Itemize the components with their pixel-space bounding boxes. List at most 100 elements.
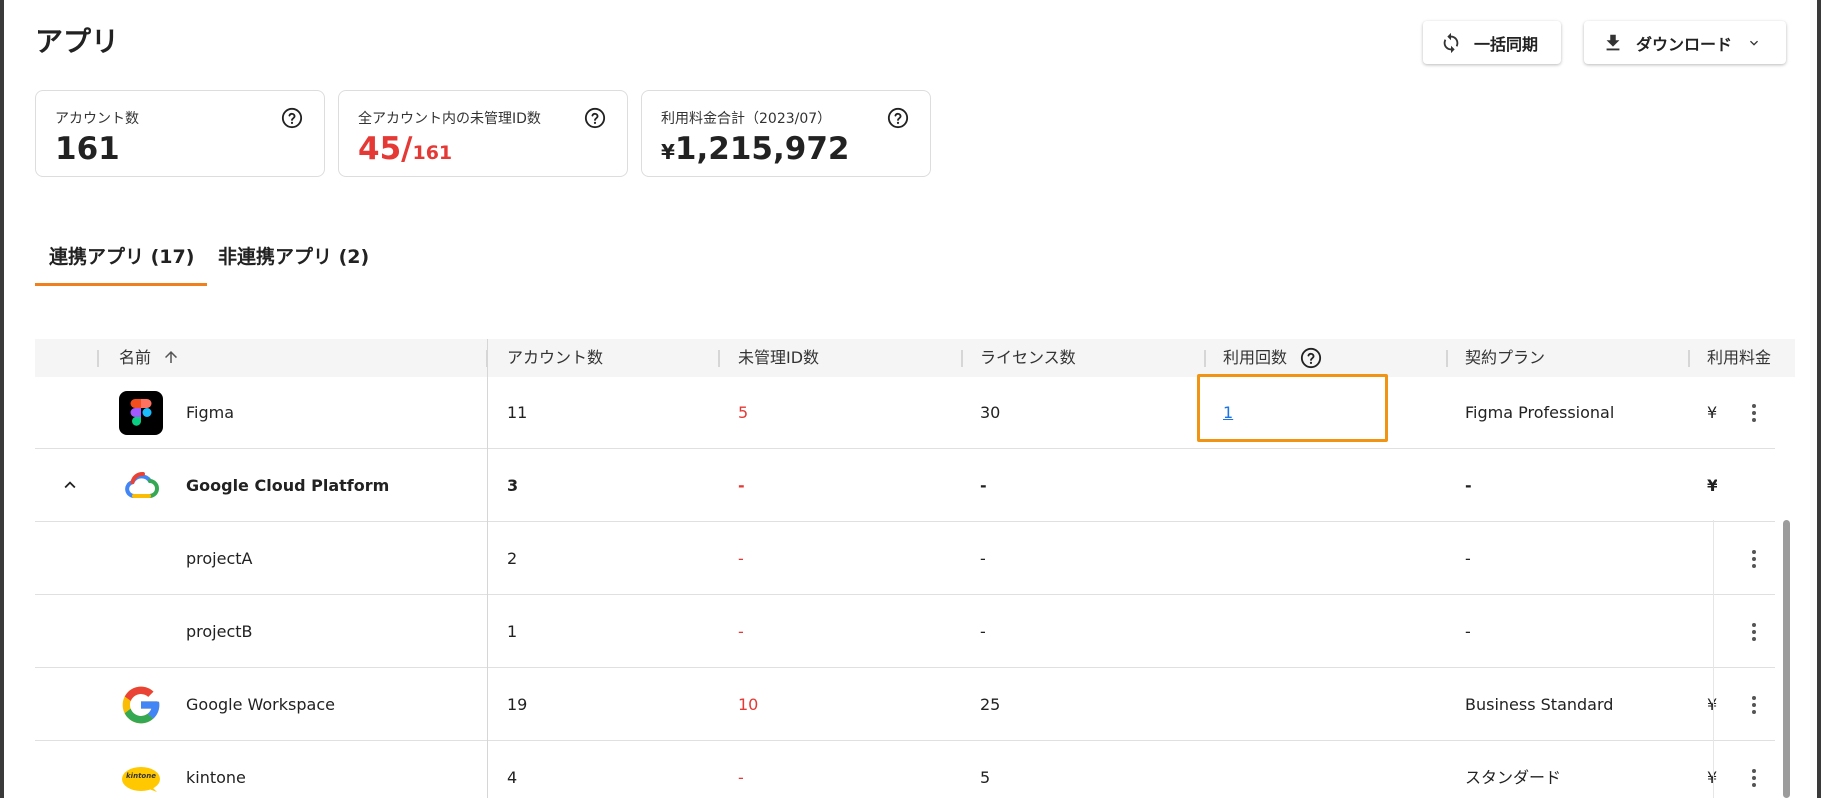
tab-unlinked-apps[interactable]: 非連携アプリ (2) — [218, 242, 369, 269]
column-header-plan[interactable]: 契約プラン — [1465, 339, 1545, 377]
app-name[interactable]: Figma — [186, 377, 234, 449]
column-label: 利用回数 — [1223, 348, 1288, 367]
account-count: 11 — [507, 403, 528, 422]
help-icon[interactable] — [1300, 347, 1322, 369]
license-count: - — [980, 549, 986, 568]
active-tab-indicator — [35, 283, 207, 286]
table-header: 名前 アカウント数 未管理ID数 ライセンス数 利用回数 契約プラン 利用料金 — [35, 339, 1795, 377]
more-vert-icon[interactable] — [1742, 547, 1766, 571]
more-vert-icon[interactable] — [1742, 766, 1766, 790]
column-header-unmanaged[interactable]: 未管理ID数 — [738, 339, 819, 377]
plan: - — [1465, 549, 1471, 568]
app-page: アプリ 一括同期 ダウンロード アカウント数 161 全アカウント内の未管理ID… — [4, 0, 1817, 798]
fee: ¥ — [1707, 695, 1717, 714]
account-count: 2 — [507, 549, 518, 568]
more-vert-icon[interactable] — [1742, 620, 1766, 644]
account-count: 4 — [507, 768, 518, 787]
unmanaged-count: - — [738, 768, 744, 787]
app-name[interactable]: Google Cloud Platform — [186, 450, 389, 522]
google-cloud-logo — [119, 464, 163, 508]
unmanaged-count: - — [738, 476, 745, 495]
help-icon[interactable] — [887, 107, 909, 129]
account-count: 19 — [507, 695, 528, 714]
more-vert-icon[interactable] — [1742, 401, 1766, 425]
column-header-licenses[interactable]: ライセンス数 — [980, 339, 1076, 377]
account-count-card: アカウント数 161 — [35, 90, 325, 177]
page-title: アプリ — [35, 25, 120, 58]
bulk-sync-label: 一括同期 — [1474, 34, 1539, 54]
unmanaged-total: 161 — [412, 142, 453, 164]
license-count: 25 — [980, 695, 1001, 714]
kintone-logo-text: kintone — [126, 772, 156, 780]
more-vert-icon[interactable] — [1742, 693, 1766, 717]
column-header-accounts[interactable]: アカウント数 — [507, 339, 603, 377]
column-separator — [1688, 350, 1690, 367]
license-count: 30 — [980, 403, 1001, 422]
fee-total-value: 1,215,972 — [674, 131, 850, 167]
table-row[interactable]: kintone kintone 4 - 5 スタンダード ¥ — [35, 742, 1775, 798]
figma-logo — [119, 391, 163, 435]
license-count: 5 — [980, 768, 991, 787]
column-separator — [961, 350, 963, 367]
app-name[interactable]: kintone — [186, 742, 246, 798]
table-row[interactable]: Google Workspace 19 10 25 Business Stand… — [35, 669, 1775, 741]
usage-highlight-box — [1197, 374, 1388, 442]
account-count: 3 — [507, 476, 519, 495]
table-row[interactable]: Figma 11 5 30 1 Figma Professional ¥ — [35, 377, 1775, 449]
license-count: - — [980, 622, 986, 641]
name-column-divider — [487, 339, 488, 798]
currency-symbol: ¥ — [661, 140, 675, 164]
tab-linked-apps[interactable]: 連携アプリ (17) — [49, 242, 194, 269]
column-separator — [97, 350, 99, 367]
plan: - — [1465, 622, 1471, 641]
account-count: 1 — [507, 622, 518, 641]
unmanaged-id-card: 全アカウント内の未管理ID数 45/161 — [338, 90, 628, 177]
fee-total-card: 利用料金合計（2023/07） ¥1,215,972 — [641, 90, 931, 177]
help-icon[interactable] — [281, 107, 303, 129]
sync-icon — [1440, 32, 1462, 54]
download-icon — [1602, 32, 1624, 54]
column-header-fee[interactable]: 利用料金 — [1707, 339, 1771, 377]
sort-ascending-icon — [165, 351, 178, 363]
chevron-down-icon — [1746, 35, 1762, 51]
app-name[interactable]: Google Workspace — [186, 669, 335, 741]
plan: Figma Professional — [1465, 403, 1615, 422]
help-icon[interactable] — [584, 107, 606, 129]
card-value: ¥1,215,972 — [661, 131, 849, 167]
fee: ¥ — [1707, 476, 1717, 495]
download-label: ダウンロード — [1636, 34, 1733, 54]
table-row[interactable]: projectB 1 - - - — [35, 596, 1775, 668]
plan: Business Standard — [1465, 695, 1614, 714]
unmanaged-count: 10 — [738, 695, 759, 714]
plan: - — [1465, 476, 1472, 495]
bulk-sync-button[interactable]: 一括同期 — [1423, 21, 1561, 64]
kintone-logo: kintone — [119, 756, 163, 798]
project-name[interactable]: projectB — [186, 596, 253, 668]
card-value: 45/161 — [358, 131, 452, 167]
column-separator — [718, 350, 720, 367]
download-button[interactable]: ダウンロード — [1584, 21, 1786, 64]
vertical-scrollbar[interactable] — [1783, 520, 1790, 798]
sticky-column-divider — [1713, 520, 1714, 798]
fee: ¥ — [1707, 403, 1717, 422]
column-separator — [1204, 350, 1206, 367]
plan: スタンダード — [1465, 768, 1562, 787]
column-separator — [1446, 350, 1448, 367]
column-header-name[interactable]: 名前 — [119, 339, 180, 377]
column-header-usage[interactable]: 利用回数 — [1223, 339, 1322, 377]
fee: ¥ — [1707, 768, 1717, 787]
card-label: 利用料金合計（2023/07） — [661, 111, 832, 127]
card-label: 全アカウント内の未管理ID数 — [358, 111, 541, 127]
unmanaged-count: 5 — [738, 403, 749, 422]
card-value: 161 — [55, 131, 120, 167]
unmanaged-count: - — [738, 622, 744, 641]
project-name[interactable]: projectA — [186, 523, 252, 595]
column-label: 名前 — [119, 348, 152, 367]
unmanaged-count: - — [738, 549, 744, 568]
table-row[interactable]: Google Cloud Platform 3 - - - ¥ — [35, 450, 1775, 522]
chevron-up-icon[interactable] — [59, 474, 81, 496]
license-count: - — [980, 476, 987, 495]
table-row[interactable]: projectA 2 - - - — [35, 523, 1775, 595]
card-label: アカウント数 — [55, 111, 139, 127]
google-logo — [119, 683, 163, 727]
